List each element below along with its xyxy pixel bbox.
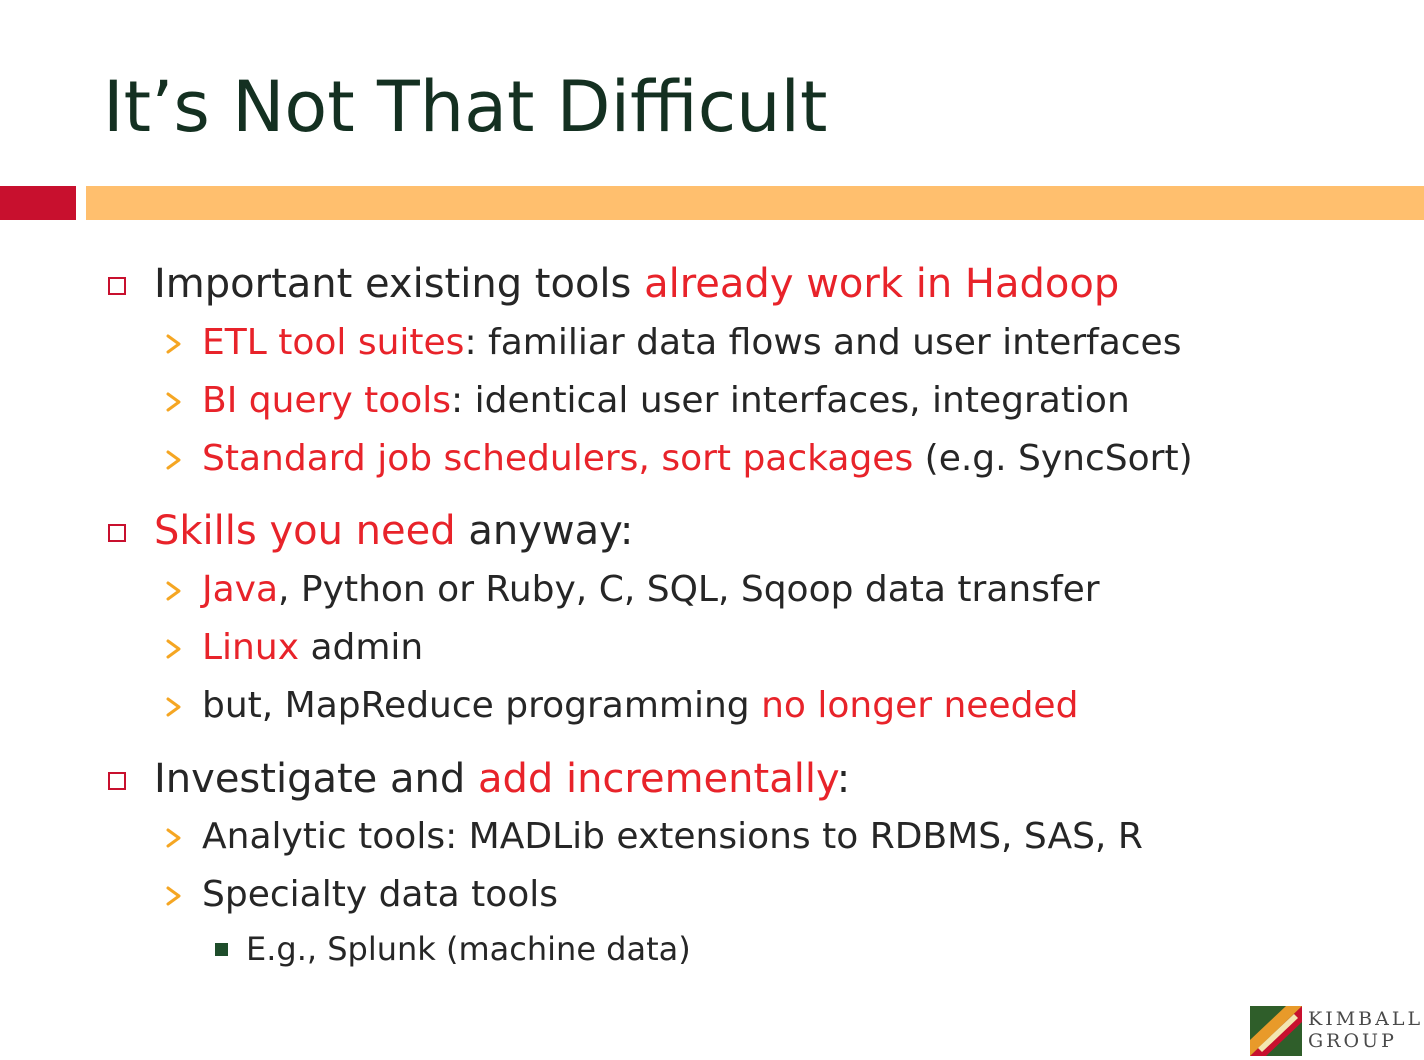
bullet-item: Skills you need anyway: <box>154 505 633 557</box>
highlighted-text: no longer needed <box>761 685 1079 726</box>
title-accent-bar-red <box>0 186 76 220</box>
sub-bullet-item: BI query tools: identical user interface… <box>202 378 1130 424</box>
arrow-bullet-icon <box>166 886 181 906</box>
highlighted-text: Standard job schedulers, sort packages <box>202 438 914 479</box>
small-square-bullet-icon <box>215 943 228 956</box>
highlighted-text: already work in Hadoop <box>644 261 1120 307</box>
sub-bullet-item: Standard job schedulers, sort packages (… <box>202 436 1193 482</box>
slide: It’s Not That Difficult Important existi… <box>0 0 1424 1060</box>
logo-text-line1: KIMBALL <box>1308 1008 1424 1030</box>
bullet-item: Investigate and add incrementally: <box>154 753 850 805</box>
body-text: : familiar data flows and user interface… <box>464 322 1182 363</box>
slide-title: It’s Not That Difficult <box>103 66 828 148</box>
body-text: : <box>836 756 851 802</box>
body-text: (e.g. SyncSort) <box>913 438 1193 479</box>
logo-mark-icon <box>1250 1006 1302 1056</box>
logo-text-line2: GROUP <box>1308 1030 1397 1052</box>
body-text: E.g., Splunk (machine data) <box>246 930 691 968</box>
sub-bullet-item: Specialty data tools <box>202 872 558 918</box>
bullet-item: Important existing tools already work in… <box>154 258 1119 310</box>
sub-bullet-item: Analytic tools: MADLib extensions to RDB… <box>202 814 1143 860</box>
arrow-bullet-icon <box>166 581 181 601</box>
sub-bullet-item: Java, Python or Ruby, C, SQL, Sqoop data… <box>202 567 1100 613</box>
body-text: Analytic tools: MADLib extensions to RDB… <box>202 816 1143 857</box>
body-text: admin <box>299 627 424 668</box>
square-bullet-icon <box>108 524 126 542</box>
square-bullet-icon <box>108 277 126 295</box>
body-text: anyway: <box>455 508 634 554</box>
sub-bullet-item: ETL tool suites: familiar data flows and… <box>202 320 1181 366</box>
arrow-bullet-icon <box>166 639 181 659</box>
body-text: Specialty data tools <box>202 874 559 915</box>
arrow-bullet-icon <box>166 334 181 354</box>
arrow-bullet-icon <box>166 828 181 848</box>
arrow-bullet-icon <box>166 392 181 412</box>
body-text: , Python or Ruby, C, SQL, Sqoop data tra… <box>278 569 1100 610</box>
title-accent-bar-orange <box>86 186 1424 220</box>
highlighted-text: Java <box>202 569 279 610</box>
sub-sub-bullet-item: E.g., Splunk (machine data) <box>246 929 691 969</box>
square-bullet-icon <box>108 772 126 790</box>
highlighted-text: add incrementally <box>477 756 837 802</box>
body-text: Investigate and <box>154 756 478 802</box>
body-text: : identical user interfaces, integration <box>451 380 1130 421</box>
highlighted-text: Skills you need <box>154 508 456 554</box>
highlighted-text: ETL tool suites <box>202 322 465 363</box>
body-text: Important existing tools <box>154 261 645 307</box>
highlighted-text: Linux <box>202 627 299 668</box>
arrow-bullet-icon <box>166 697 181 717</box>
body-text: but, MapReduce programming <box>202 685 762 726</box>
highlighted-text: BI query tools <box>202 380 452 421</box>
arrow-bullet-icon <box>166 450 181 470</box>
sub-bullet-item: but, MapReduce programming no longer nee… <box>202 683 1078 729</box>
sub-bullet-item: Linux admin <box>202 625 423 671</box>
